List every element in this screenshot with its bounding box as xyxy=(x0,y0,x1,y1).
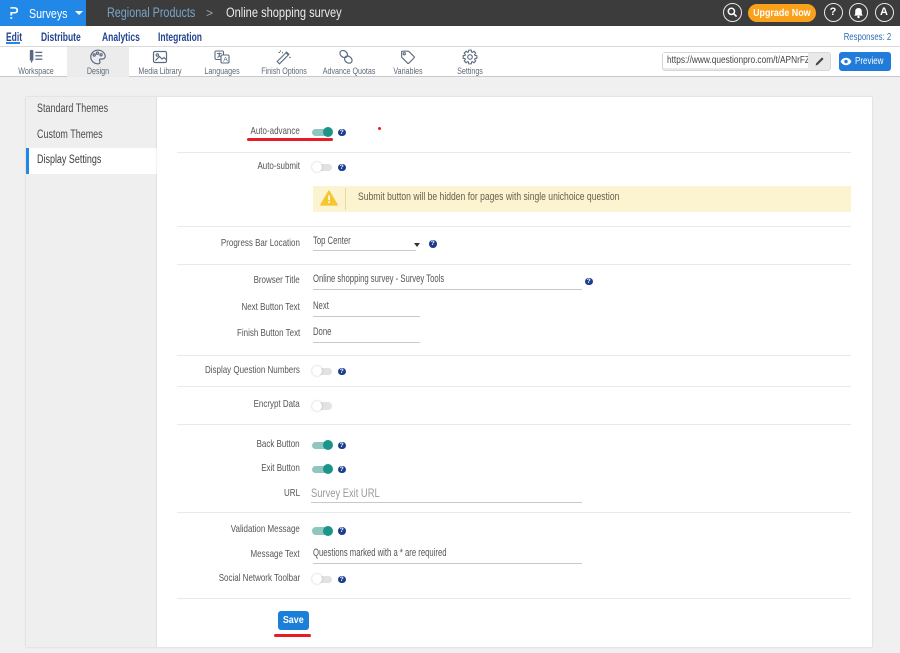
svg-text:A: A xyxy=(223,57,228,64)
